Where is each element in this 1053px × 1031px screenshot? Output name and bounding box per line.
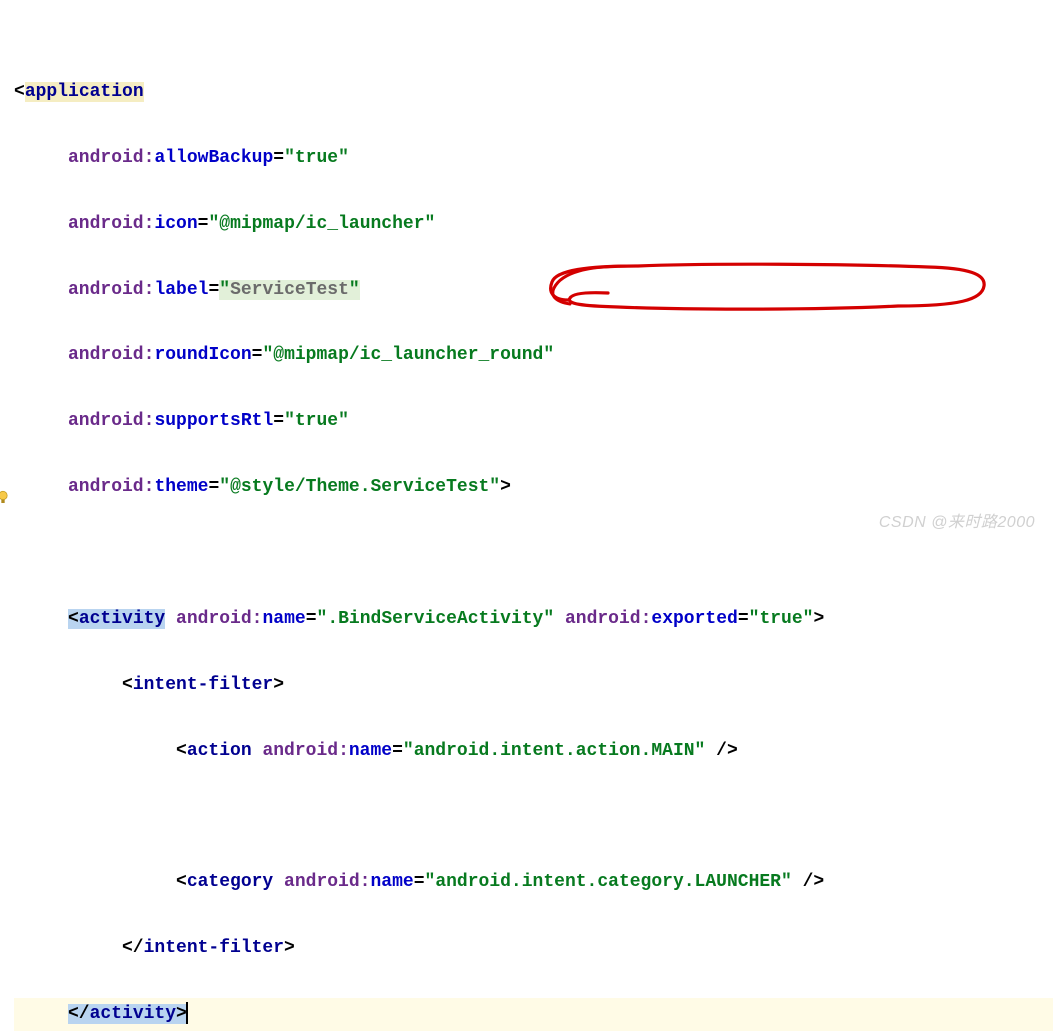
attr-ns: android — [68, 345, 144, 365]
attr-ns: android — [68, 148, 144, 168]
attr-ns: android — [68, 411, 144, 431]
colon: : — [252, 609, 263, 629]
code-line-11: <category android:name="android.intent.c… — [14, 866, 1053, 899]
angle-open: < — [176, 741, 187, 761]
code-line-6: android:supportsRtl="true" — [14, 405, 1053, 438]
attr-value: "android.intent.action.MAIN" — [403, 741, 705, 761]
attr-ns: android — [68, 280, 144, 300]
attr-ns: android — [284, 872, 360, 892]
caret-icon — [186, 1002, 188, 1024]
equals: = — [198, 214, 209, 234]
space — [165, 609, 176, 629]
watermark-text: CSDN @来时路2000 — [879, 508, 1035, 537]
angle-open: < — [14, 82, 25, 102]
colon: : — [144, 411, 155, 431]
tag-application: application — [25, 82, 144, 102]
tag-activity-close: activity — [90, 1004, 176, 1024]
colon: : — [144, 345, 155, 365]
attr-value: "true" — [749, 609, 814, 629]
equals: = — [738, 609, 749, 629]
code-line-4: android:label="ServiceTest" — [14, 274, 1053, 307]
attr-ns: android — [176, 609, 252, 629]
attr-name: allowBackup — [154, 148, 273, 168]
code-line-1: <application — [14, 76, 1053, 109]
equals: = — [392, 741, 403, 761]
attr-ns: android — [565, 609, 641, 629]
equals: = — [252, 345, 263, 365]
code-line-8: <activity android:name=".BindServiceActi… — [14, 603, 1053, 636]
attr-name: exported — [651, 609, 737, 629]
attr-name: name — [262, 609, 305, 629]
tag-action: action — [187, 741, 252, 761]
attr-value: "true" — [284, 148, 349, 168]
quote-close: " — [349, 280, 360, 300]
code-line-10: <action android:name="android.intent.act… — [14, 735, 1053, 768]
equals: = — [306, 609, 317, 629]
code-line-blank — [14, 537, 1053, 570]
angle-open: </ — [122, 938, 144, 958]
code-line-blank — [14, 801, 1053, 834]
space — [252, 741, 263, 761]
quote-open: " — [219, 280, 230, 300]
angle-close: > — [284, 938, 295, 958]
angle-close: > — [273, 675, 284, 695]
code-line-7: android:theme="@style/Theme.ServiceTest"… — [14, 471, 1053, 504]
attr-name: roundIcon — [154, 345, 251, 365]
lightbulb-icon[interactable] — [0, 489, 8, 507]
space — [554, 609, 565, 629]
attr-value: "true" — [284, 411, 349, 431]
attr-name: label — [154, 280, 208, 300]
equals: = — [208, 280, 219, 300]
angle-open: < — [122, 675, 133, 695]
angle-close: > — [813, 609, 824, 629]
colon: : — [144, 214, 155, 234]
colon: : — [641, 609, 652, 629]
attr-value-label: ServiceTest — [230, 280, 349, 300]
attr-name: name — [370, 872, 413, 892]
code-line-9: <intent-filter> — [14, 669, 1053, 702]
equals: = — [273, 148, 284, 168]
attr-value: ".BindServiceActivity" — [317, 609, 555, 629]
code-line-13-current: </activity> — [14, 998, 1053, 1031]
angle-open: < — [68, 609, 79, 629]
equals: = — [414, 872, 425, 892]
equals: = — [208, 477, 219, 497]
attr-value: "@style/Theme.ServiceTest" — [219, 477, 500, 497]
tag-intent-filter-close: intent-filter — [144, 938, 284, 958]
angle-open: </ — [68, 1004, 90, 1024]
equals: = — [273, 411, 284, 431]
colon: : — [144, 148, 155, 168]
attr-name: theme — [154, 477, 208, 497]
colon: : — [144, 280, 155, 300]
attr-ns: android — [68, 477, 144, 497]
tag-category: category — [187, 872, 273, 892]
code-line-12: </intent-filter> — [14, 932, 1053, 965]
colon: : — [144, 477, 155, 497]
angle-close: > — [500, 477, 511, 497]
tag-activity: activity — [79, 609, 165, 629]
space — [273, 872, 284, 892]
self-close: /> — [705, 741, 737, 761]
attr-ns: android — [262, 741, 338, 761]
attr-ns: android — [68, 214, 144, 234]
tag-intent-filter: intent-filter — [133, 675, 273, 695]
colon: : — [360, 872, 371, 892]
attr-value: "@mipmap/ic_launcher_round" — [262, 345, 554, 365]
code-line-5: android:roundIcon="@mipmap/ic_launcher_r… — [14, 339, 1053, 372]
self-close: /> — [792, 872, 824, 892]
attr-value: "android.intent.category.LAUNCHER" — [425, 872, 792, 892]
angle-open: < — [176, 872, 187, 892]
attr-name: name — [349, 741, 392, 761]
attr-name: icon — [154, 214, 197, 234]
code-line-2: android:allowBackup="true" — [14, 142, 1053, 175]
code-line-3: android:icon="@mipmap/ic_launcher" — [14, 208, 1053, 241]
colon: : — [338, 741, 349, 761]
attr-name: supportsRtl — [154, 411, 273, 431]
attr-value: "@mipmap/ic_launcher" — [208, 214, 435, 234]
